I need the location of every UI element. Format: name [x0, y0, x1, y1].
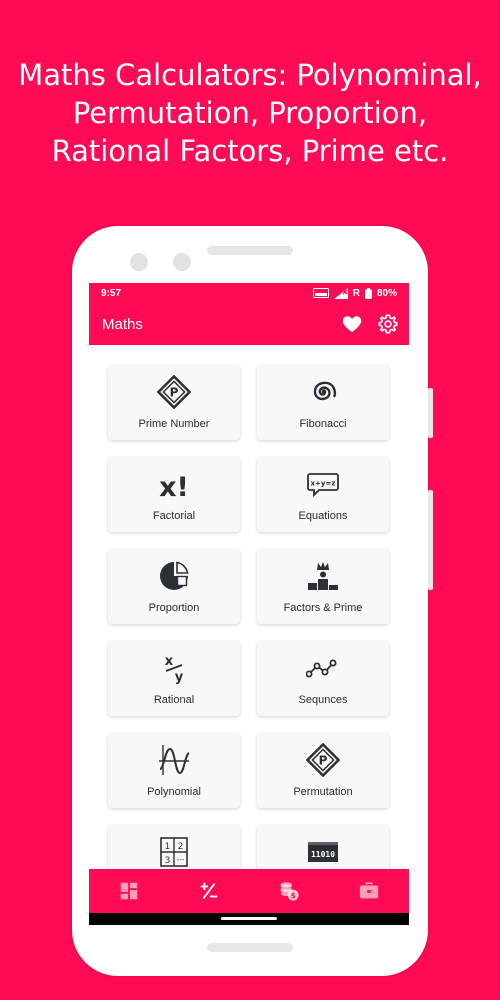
- factorial-x-icon: x!: [157, 467, 191, 501]
- signal-icon: [333, 287, 348, 299]
- svg-text:$: $: [291, 891, 296, 900]
- app-bar-actions: [341, 313, 399, 335]
- promo-headline: Maths Calculators: Polynominal, Permutat…: [0, 56, 500, 170]
- card-label: Equations: [298, 510, 348, 522]
- gear-icon[interactable]: [377, 313, 399, 335]
- card-matrix[interactable]: 1 2 3 ---: [108, 825, 240, 869]
- heart-icon[interactable]: [341, 313, 363, 335]
- fraction-x-glyph: x: [165, 654, 174, 669]
- card-rational[interactable]: x y Rational: [108, 641, 240, 716]
- card-label: Proportion: [148, 602, 200, 614]
- card-prime-number[interactable]: P Prime Number: [108, 365, 240, 440]
- card-binary[interactable]: 11010: [257, 825, 389, 869]
- factorial-glyph: x!: [159, 472, 189, 501]
- card-factorial[interactable]: x! Factorial: [108, 457, 240, 532]
- podium-crown-icon: [306, 559, 340, 593]
- card-permutation[interactable]: P Permutation: [257, 733, 389, 808]
- matrix-grid-icon: 1 2 3 ---: [157, 835, 191, 869]
- battery-icon: [364, 287, 372, 299]
- card-label: Permutation: [293, 786, 353, 798]
- promo-line-1: Maths Calculators: Polynominal,: [18, 58, 482, 92]
- spiral-icon: [306, 375, 340, 409]
- status-indicators: R 80%: [312, 287, 397, 299]
- status-time: 9:57: [101, 287, 122, 299]
- calculator-list[interactable]: P Prime Number Fibonacci x! Factorial x+…: [89, 345, 409, 869]
- coins-icon[interactable]: $: [278, 880, 300, 902]
- card-fibonacci[interactable]: Fibonacci: [257, 365, 389, 440]
- app-screen: 9:57 R 80% Maths P Prime Number Fibonacc…: [89, 283, 409, 925]
- graph-curve-icon: [157, 743, 191, 777]
- equation-bubble-icon: x+y=z: [306, 467, 340, 501]
- permutation-p-diamond-icon: P: [306, 743, 340, 777]
- pie-icon: [157, 559, 191, 593]
- permutation-p-letter: P: [319, 754, 328, 768]
- card-label: Prime Number: [138, 418, 210, 430]
- card-label: Fibonacci: [299, 418, 347, 430]
- app-title: Maths: [102, 315, 143, 333]
- bottom-navigation: $: [89, 869, 409, 913]
- calculator-grid: P Prime Number Fibonacci x! Factorial x+…: [108, 365, 390, 869]
- phone-side-button-power: [428, 490, 433, 590]
- battery-percent: 80%: [376, 287, 397, 299]
- card-label: Factors & Prime: [283, 602, 363, 614]
- card-equations[interactable]: x+y=z Equations: [257, 457, 389, 532]
- dashboard-icon[interactable]: [118, 880, 140, 902]
- home-gesture-pill[interactable]: [221, 917, 277, 920]
- system-navigation-bar: [89, 913, 409, 925]
- prime-p-letter: P: [170, 386, 179, 400]
- binary-icon: 11010: [306, 835, 340, 869]
- app-bar: Maths: [89, 303, 409, 345]
- card-factors-prime[interactable]: Factors & Prime: [257, 549, 389, 624]
- sequence-icon: [306, 651, 340, 685]
- promo-line-3: Rational Factors, Prime etc.: [51, 134, 449, 168]
- card-label: Sequnces: [298, 694, 348, 706]
- phone-bottom-bar: [207, 943, 293, 952]
- roaming-indicator: R: [352, 287, 360, 299]
- card-label: Rational: [153, 694, 195, 706]
- phone-speaker: [207, 246, 293, 255]
- fraction-y-glyph: y: [175, 670, 184, 685]
- equation-glyph: x+y=z: [311, 480, 336, 488]
- briefcase-icon[interactable]: [358, 880, 380, 902]
- matrix-cell-3: 3: [165, 856, 171, 866]
- plus-minus-icon[interactable]: [198, 880, 220, 902]
- phone-camera-sensor: [130, 253, 148, 271]
- matrix-cell-1: 1: [165, 842, 171, 852]
- fraction-xy-icon: x y: [157, 651, 191, 685]
- volte-icon: [312, 288, 329, 298]
- card-label: Factorial: [152, 510, 196, 522]
- card-polynomial[interactable]: Polynomial: [108, 733, 240, 808]
- card-sequnces[interactable]: Sequnces: [257, 641, 389, 716]
- promo-line-2: Permutation, Proportion,: [72, 96, 428, 130]
- card-label: Polynomial: [147, 786, 201, 798]
- card-proportion[interactable]: Proportion: [108, 549, 240, 624]
- matrix-cell-4: ---: [177, 856, 185, 864]
- status-bar: 9:57 R 80%: [89, 283, 409, 303]
- binary-digits: 11010: [311, 850, 335, 859]
- prime-p-diamond-icon: P: [157, 375, 191, 409]
- phone-camera-lens: [173, 253, 191, 271]
- matrix-cell-2: 2: [178, 842, 184, 852]
- phone-side-button-volume: [428, 388, 433, 438]
